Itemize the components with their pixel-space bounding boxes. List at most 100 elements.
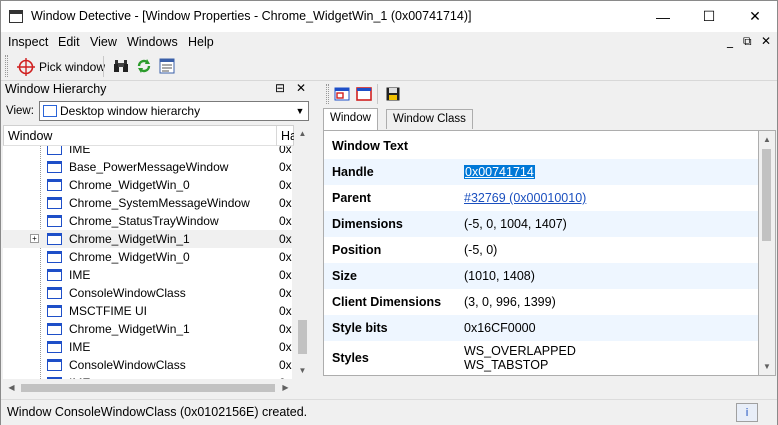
tree-row-label: MSCTFIME UI	[69, 304, 147, 318]
property-name: Position	[332, 243, 382, 257]
properties-icon[interactable]	[158, 57, 176, 75]
tree-horizontal-scrollbar[interactable]: ◀ ▶	[3, 379, 294, 396]
tab-window[interactable]: Window	[323, 108, 378, 130]
property-value: (1010, 1408)	[464, 269, 535, 283]
tree-row[interactable]: Chrome_WidgetWin_0 0x(	[3, 248, 292, 266]
scroll-up-arrow[interactable]: ▲	[759, 131, 775, 148]
column-window[interactable]: Window	[8, 129, 52, 143]
tree-row-label: Chrome_SystemMessageWindow	[69, 196, 250, 210]
pick-window-button[interactable]: Pick window	[13, 55, 108, 78]
tree-row[interactable]: ConsoleWindowClass 0x(	[3, 356, 292, 374]
scroll-down-arrow[interactable]: ▼	[294, 362, 311, 379]
tree-row-handle: 0x(	[279, 286, 292, 300]
menu-help[interactable]: Help	[188, 35, 214, 49]
property-value: (-5, 0)	[464, 243, 498, 257]
close-button[interactable]: ✕	[732, 1, 778, 32]
properties-grid[interactable]: Window Text Handle 0x00741714 Parent #32769 …	[323, 130, 759, 376]
window-icon	[47, 215, 62, 227]
tree-row[interactable]: Chrome_WidgetWin_0 0x(	[3, 176, 292, 194]
property-name: Parent	[332, 191, 371, 205]
scroll-left-arrow[interactable]: ◀	[3, 379, 20, 396]
tree-row-handle: 0x(	[279, 232, 292, 246]
scroll-thumb[interactable]	[21, 384, 275, 392]
tree-row-handle: 0x(	[279, 250, 292, 264]
view-dropdown[interactable]: Desktop window hierarchy ▼	[39, 101, 309, 121]
binoculars-icon[interactable]	[112, 57, 130, 75]
close-pane-icon[interactable]: ✕	[296, 81, 306, 95]
property-row: Parent #32769 (0x00010010)	[324, 185, 758, 211]
highlight-window-icon[interactable]	[333, 85, 351, 103]
save-icon[interactable]	[384, 85, 402, 103]
window-icon	[47, 269, 62, 281]
property-name: Window Text	[332, 139, 409, 153]
tree-row-label: Chrome_WidgetWin_0	[69, 250, 190, 264]
mdi-close-button[interactable]: ✕	[761, 34, 771, 48]
toolbar: Pick window	[1, 52, 777, 81]
tree-row[interactable]: Chrome_WidgetWin_1 0x(	[3, 320, 292, 338]
tree-row[interactable]: IME 0x(	[3, 266, 292, 284]
tree-vertical-scrollbar[interactable]: ▲ ▼	[294, 125, 311, 379]
property-value: (-5, 0, 1004, 1407)	[464, 217, 567, 231]
maximize-button[interactable]: ☐	[686, 1, 732, 32]
property-name: Styles	[332, 351, 369, 365]
property-value: WS_OVERLAPPED	[464, 344, 576, 358]
scroll-thumb[interactable]	[298, 320, 307, 354]
property-value: WS_TABSTOP	[464, 358, 549, 372]
menu-windows[interactable]: Windows	[127, 35, 178, 49]
tree-header: Window Ha	[3, 125, 297, 146]
window-icon	[47, 323, 62, 335]
tree-row[interactable]: Chrome_StatusTrayWindow 0x(	[3, 212, 292, 230]
tree-row[interactable]: + Chrome_WidgetWin_1 0x(	[3, 230, 292, 248]
window-icon	[47, 359, 62, 371]
tree-row[interactable]: ConsoleWindowClass 0x(	[3, 284, 292, 302]
window-icon	[47, 251, 62, 263]
pin-icon[interactable]: ⊟	[275, 81, 285, 95]
column-divider[interactable]	[276, 126, 277, 146]
tab-window-class[interactable]: Window Class	[386, 109, 473, 129]
chevron-down-icon[interactable]: ▼	[292, 102, 308, 120]
properties-vertical-scrollbar[interactable]: ▲ ▼	[759, 130, 776, 376]
toolbar-grip[interactable]	[5, 55, 8, 77]
tree-row[interactable]: IME 0x(	[3, 338, 292, 356]
expand-icon[interactable]: +	[30, 234, 39, 243]
window-properties-pane: Window Window Class Window Text Handle 0x0…	[319, 81, 777, 395]
tree-row[interactable]: Chrome_SystemMessageWindow 0x(	[3, 194, 292, 212]
refresh-icon[interactable]	[135, 57, 153, 75]
window-icon	[47, 179, 62, 191]
tree-row[interactable]: Base_PowerMessageWindow 0x(	[3, 158, 292, 176]
property-row: Handle 0x00741714	[324, 159, 758, 185]
scroll-thumb[interactable]	[762, 149, 771, 241]
window-icon	[47, 146, 62, 155]
menu-view[interactable]: View	[90, 35, 117, 49]
property-row: Dimensions (-5, 0, 1004, 1407)	[324, 211, 758, 237]
menu-inspect[interactable]: Inspect	[8, 35, 48, 49]
tree-row-label: Chrome_StatusTrayWindow	[69, 214, 219, 228]
mdi-minimize-button[interactable]: _	[727, 34, 733, 48]
parent-link[interactable]: #32769 (0x00010010)	[464, 191, 586, 205]
property-row: Position (-5, 0)	[324, 237, 758, 263]
tree-row-label: IME	[69, 340, 91, 354]
app-icon	[9, 10, 23, 23]
window-icon	[47, 233, 62, 245]
scroll-up-arrow[interactable]: ▲	[294, 125, 311, 142]
property-row: Size (1010, 1408)	[324, 263, 758, 289]
property-value[interactable]: 0x00741714	[464, 165, 535, 179]
toolbar-grip[interactable]	[326, 84, 329, 104]
mdi-restore-button[interactable]: ⧉	[743, 34, 752, 49]
minimize-button[interactable]: —	[640, 1, 686, 32]
hierarchy-title: Window Hierarchy	[1, 81, 314, 99]
tree-row-handle: 0x(	[279, 178, 292, 192]
window-tree[interactable]: IME0x(Base_PowerMessageWindow0x(Chrome_W…	[3, 146, 292, 379]
info-icon[interactable]: i	[736, 403, 758, 422]
tree-row-label: Chrome_WidgetWin_0	[69, 178, 190, 192]
tree-row-handle: 0x(	[279, 304, 292, 318]
menu-edit[interactable]: Edit	[58, 35, 80, 49]
scroll-down-arrow[interactable]: ▼	[759, 358, 775, 375]
property-row: Style bits 0x16CF0000	[324, 315, 758, 341]
status-text: Window ConsoleWindowClass (0x0102156E) c…	[7, 405, 308, 419]
flash-window-icon[interactable]	[355, 85, 373, 103]
scroll-right-arrow[interactable]: ▶	[277, 379, 294, 396]
tree-row[interactable]: IME 0x(	[3, 146, 292, 158]
tree-row[interactable]: MSCTFIME UI 0x(	[3, 302, 292, 320]
toolbar-separator	[103, 56, 104, 77]
